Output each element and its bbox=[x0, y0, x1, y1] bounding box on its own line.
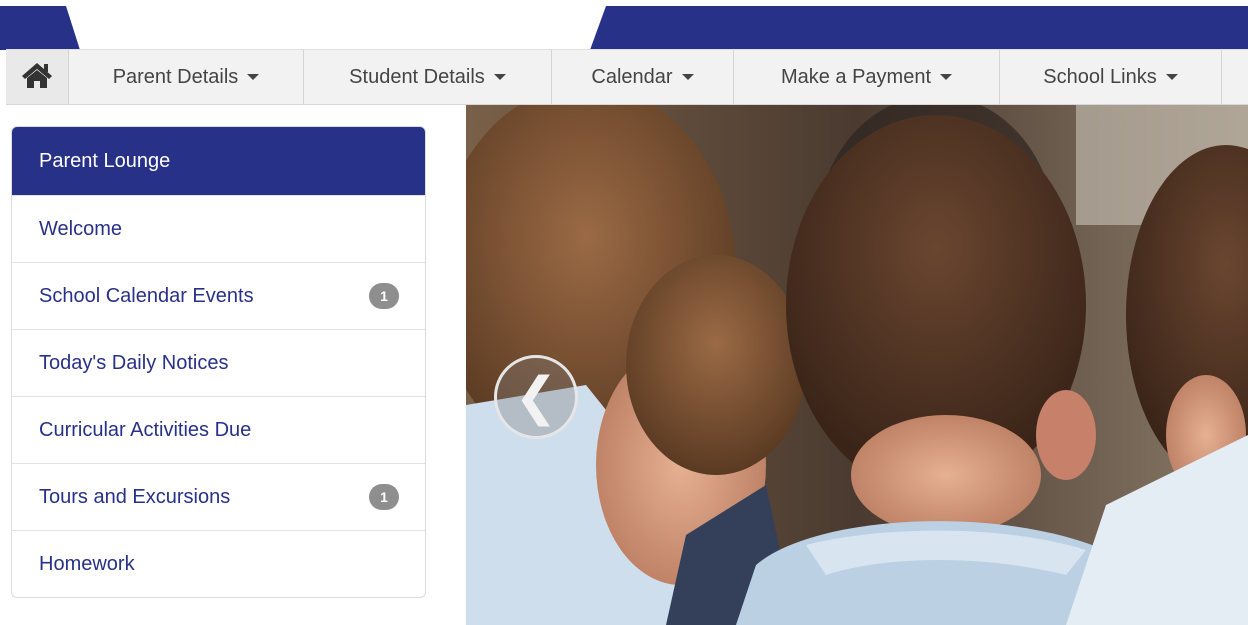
sidebar-item-label: School Calendar Events bbox=[39, 284, 254, 307]
sidebar-item-todays-daily-notices[interactable]: Today's Daily Notices bbox=[12, 329, 425, 396]
sidebar-item-homework[interactable]: Homework bbox=[12, 530, 425, 597]
nav-label: Student Details bbox=[349, 65, 485, 88]
carousel-prev-button[interactable]: ❮ bbox=[494, 355, 578, 439]
caret-down-icon bbox=[1165, 74, 1178, 80]
count-badge: 1 bbox=[369, 484, 399, 510]
nav-label: Calendar bbox=[591, 65, 673, 88]
sidebar-item-label: Tours and Excursions bbox=[39, 485, 231, 508]
sidebar-item-welcome[interactable]: Welcome bbox=[12, 195, 425, 262]
home-icon bbox=[21, 61, 53, 94]
nav-student-details[interactable]: Student Details bbox=[304, 50, 552, 104]
nav-home-button[interactable] bbox=[6, 50, 69, 104]
sidebar-item-label: Homework bbox=[39, 552, 135, 575]
nav-parent-details[interactable]: Parent Details bbox=[69, 50, 304, 104]
nav-make-a-payment[interactable]: Make a Payment bbox=[734, 50, 1000, 104]
panel-title-text: Parent Lounge bbox=[39, 149, 171, 172]
site-banner bbox=[0, 0, 1248, 50]
banner-left-shape bbox=[0, 6, 80, 50]
sidebar-item-label: Today's Daily Notices bbox=[39, 351, 229, 374]
panel-title: Parent Lounge bbox=[12, 127, 425, 195]
sidebar-item-label: Curricular Activities Due bbox=[39, 418, 252, 441]
sidebar-item-school-calendar-events[interactable]: School Calendar Events 1 bbox=[12, 262, 425, 329]
caret-down-icon bbox=[493, 74, 506, 80]
sidebar-item-curricular-activities-due[interactable]: Curricular Activities Due bbox=[12, 396, 425, 463]
caret-down-icon bbox=[940, 74, 953, 80]
sidebar-item-tours-and-excursions[interactable]: Tours and Excursions 1 bbox=[12, 463, 425, 530]
nav-calendar[interactable]: Calendar bbox=[552, 50, 734, 104]
banner-right-shape bbox=[590, 6, 1248, 50]
main-navbar: Parent Details Student Details Calendar … bbox=[6, 49, 1248, 105]
parent-lounge-panel: Parent Lounge Welcome School Calendar Ev… bbox=[11, 126, 426, 598]
nav-label: Make a Payment bbox=[780, 65, 932, 88]
nav-label: Parent Details bbox=[112, 65, 239, 88]
nav-school-links[interactable]: School Links bbox=[1000, 50, 1222, 104]
nav-label: School Links bbox=[1043, 65, 1157, 88]
caret-down-icon bbox=[681, 74, 694, 80]
hero-carousel-image bbox=[466, 105, 1248, 625]
caret-down-icon bbox=[247, 74, 260, 80]
chevron-left-icon: ❮ bbox=[514, 368, 558, 426]
count-badge: 1 bbox=[369, 283, 399, 309]
sidebar-item-label: Welcome bbox=[39, 217, 122, 240]
